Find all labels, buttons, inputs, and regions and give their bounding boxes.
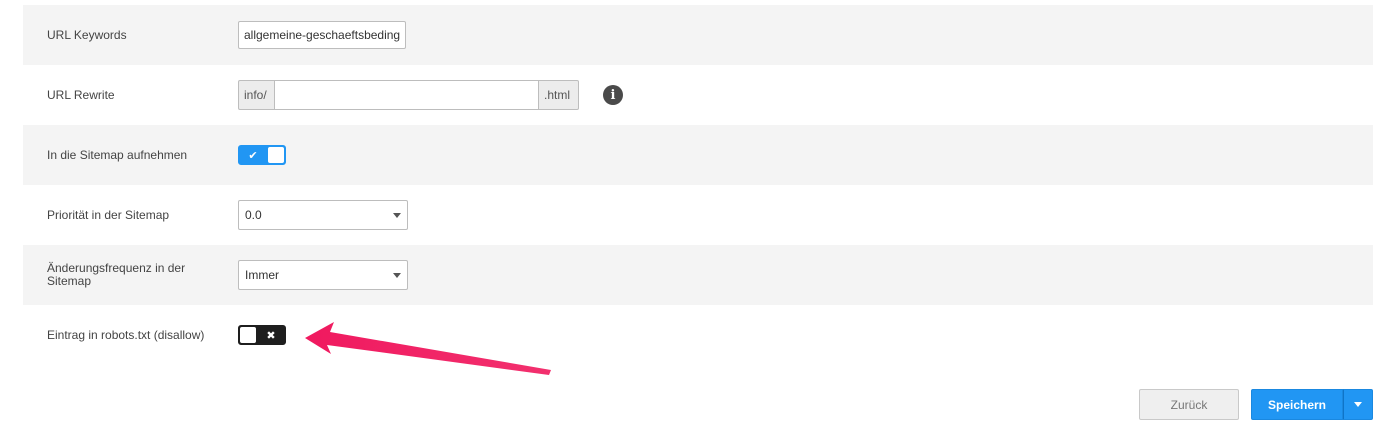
row-url-keywords: URL Keywords allgemeine-geschaeftsbeding [23,5,1373,65]
chevron-down-icon [393,273,401,278]
check-icon: ✔ [248,149,258,162]
sitemap-priority-select[interactable]: 0.0 [238,200,408,230]
sitemap-frequency-label: Änderungsfrequenz in der Sitemap [47,261,186,288]
url-keywords-input[interactable]: allgemeine-geschaeftsbeding [238,21,406,49]
url-keywords-label: URL Keywords [47,27,127,42]
save-button[interactable]: Speichern [1251,389,1343,420]
url-rewrite-input[interactable] [275,80,539,110]
chevron-down-icon [393,213,401,218]
sitemap-include-toggle[interactable]: ✔ [238,145,286,165]
url-rewrite-suffix: .html [539,80,579,110]
sitemap-priority-label: Priorität in der Sitemap [47,207,170,222]
info-icon[interactable]: i [603,85,623,105]
toggle-knob [240,327,256,343]
robots-disallow-toggle[interactable]: ✖ [238,325,286,345]
sitemap-frequency-select[interactable]: Immer [238,260,408,290]
row-sitemap-frequency: Änderungsfrequenz in der Sitemap Immer [23,245,1373,305]
robots-disallow-label: Eintrag in robots.txt (disallow) [47,327,205,342]
row-url-rewrite: URL Rewrite info/ .html i [23,65,1373,125]
row-sitemap-priority: Priorität in der Sitemap 0.0 [23,185,1373,245]
row-sitemap-include: In die Sitemap aufnehmen ✔ [23,125,1373,185]
back-button[interactable]: Zurück [1139,389,1239,420]
url-rewrite-label: URL Rewrite [47,87,115,102]
row-robots-disallow: Eintrag in robots.txt (disallow) ✖ [23,305,1373,365]
sitemap-priority-value: 0.0 [245,208,262,222]
url-rewrite-prefix: info/ [238,80,275,110]
seo-settings-form: URL Keywords allgemeine-geschaeftsbeding… [0,0,1392,432]
x-icon: ✖ [266,329,276,342]
toggle-knob [268,147,284,163]
save-options-button[interactable] [1343,389,1373,420]
url-rewrite-group: info/ .html [238,80,579,110]
sitemap-frequency-value: Immer [245,268,279,282]
chevron-down-icon [1354,402,1362,407]
sitemap-include-label: In die Sitemap aufnehmen [47,147,188,162]
